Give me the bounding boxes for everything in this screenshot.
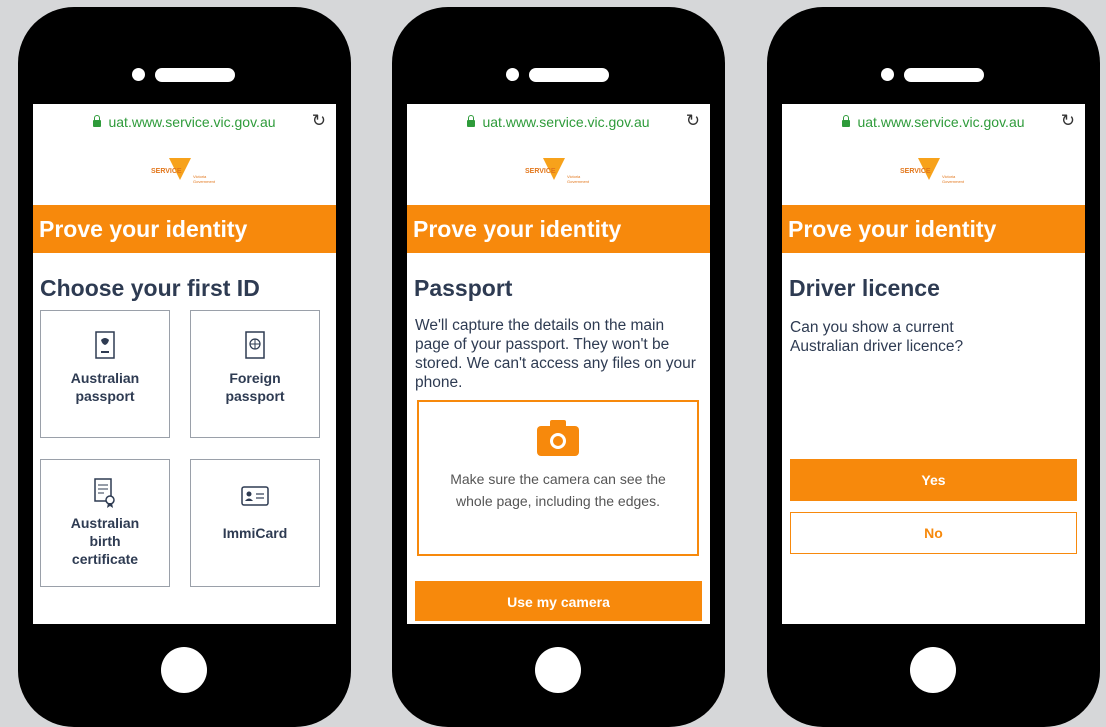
passport-icon <box>95 331 115 359</box>
phone-1: uat.www.service.vic.gov.au ↻ SERVICE Vic… <box>18 7 351 727</box>
tile-foreign-passport[interactable]: Foreign passport <box>190 310 320 438</box>
svg-text:Government: Government <box>193 179 216 184</box>
address-bar[interactable]: uat.www.service.vic.gov.au ↻ <box>33 104 336 140</box>
tile-birth-certificate[interactable]: Australian birth certificate <box>40 459 170 587</box>
screen: uat.www.service.vic.gov.au ↻ SERVICE Vic… <box>407 104 710 624</box>
reload-icon[interactable]: ↻ <box>312 111 326 131</box>
svg-text:SERVICE: SERVICE <box>900 168 931 175</box>
tile-label: Australian passport <box>70 370 140 404</box>
svg-text:Government: Government <box>942 179 965 184</box>
tile-immicard[interactable]: ImmiCard <box>190 459 320 587</box>
speaker-grille <box>529 68 609 82</box>
yes-button[interactable]: Yes <box>790 459 1077 501</box>
header: SERVICE Victoria Government <box>33 140 336 205</box>
tile-label: ImmiCard <box>222 525 288 541</box>
service-victoria-logo: SERVICE Victoria Government <box>900 158 965 184</box>
header: SERVICE Victoria Government <box>407 140 710 205</box>
question-text: Can you show a current Australian driver… <box>790 319 964 355</box>
screen: uat.www.service.vic.gov.au ↻ SERVICE Vic… <box>782 104 1085 624</box>
service-victoria-logo: SERVICE Victoria Government <box>525 158 590 184</box>
home-button[interactable] <box>161 647 207 693</box>
url-text: uat.www.service.vic.gov.au <box>482 114 650 130</box>
lock-icon <box>467 114 476 127</box>
globe-passport-icon <box>245 331 265 359</box>
url-text: uat.www.service.vic.gov.au <box>108 114 276 130</box>
tile-label: Australian birth certificate <box>70 515 140 567</box>
camera-dot <box>132 68 145 81</box>
svg-text:Government: Government <box>567 179 590 184</box>
header: SERVICE Victoria Government <box>782 140 1085 205</box>
phone-2: uat.www.service.vic.gov.au ↻ SERVICE Vic… <box>392 7 725 727</box>
url-text: uat.www.service.vic.gov.au <box>857 114 1025 130</box>
instructions-text: We'll capture the details on the main pa… <box>415 317 696 391</box>
camera-icon <box>537 420 579 456</box>
certificate-icon <box>94 478 115 508</box>
address-bar[interactable]: uat.www.service.vic.gov.au ↻ <box>782 104 1085 140</box>
page-banner: Prove your identity <box>782 205 1085 253</box>
tile-label: Foreign passport <box>225 370 285 404</box>
page-banner: Prove your identity <box>33 205 336 253</box>
reload-icon[interactable]: ↻ <box>686 111 700 131</box>
lock-icon <box>93 114 102 127</box>
use-camera-button[interactable]: Use my camera <box>415 581 702 621</box>
page-title: Passport <box>414 275 513 301</box>
address-bar[interactable]: uat.www.service.vic.gov.au ↻ <box>407 104 710 140</box>
phone-3: uat.www.service.vic.gov.au ↻ SERVICE Vic… <box>767 7 1100 727</box>
speaker-grille <box>155 68 235 82</box>
home-button[interactable] <box>910 647 956 693</box>
page-title: Driver licence <box>789 275 940 301</box>
id-card-icon <box>241 486 269 506</box>
camera-dot <box>881 68 894 81</box>
lock-icon <box>842 114 851 127</box>
page-title: Choose your first ID <box>40 275 260 301</box>
home-button[interactable] <box>535 647 581 693</box>
service-victoria-logo: SERVICE Victoria Government <box>151 158 216 184</box>
speaker-grille <box>904 68 984 82</box>
tile-australian-passport[interactable]: Australian passport <box>40 310 170 438</box>
camera-dot <box>506 68 519 81</box>
svg-text:SERVICE: SERVICE <box>525 168 556 175</box>
camera-capture-area[interactable]: Make sure the camera can see the whole p… <box>417 400 699 556</box>
no-button[interactable]: No <box>790 512 1077 554</box>
page-banner: Prove your identity <box>407 205 710 253</box>
svg-text:SERVICE: SERVICE <box>151 168 182 175</box>
screen: uat.www.service.vic.gov.au ↻ SERVICE Vic… <box>33 104 336 624</box>
reload-icon[interactable]: ↻ <box>1061 111 1075 131</box>
camera-hint: Make sure the camera can see the whole p… <box>450 471 666 509</box>
